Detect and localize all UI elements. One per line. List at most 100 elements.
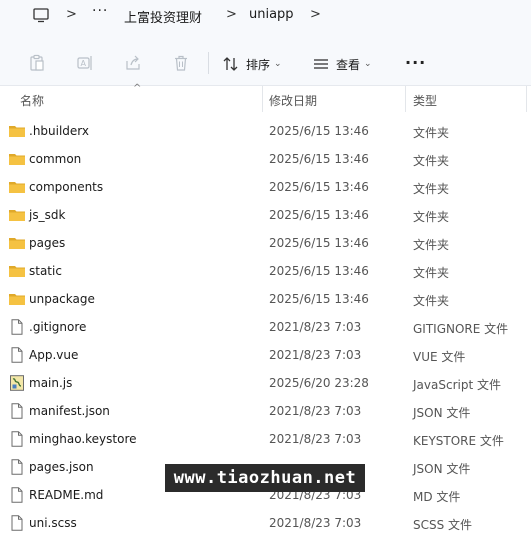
file-type: JavaScript 文件: [413, 378, 501, 392]
column-resize-handle[interactable]: [405, 86, 406, 112]
paste-icon[interactable]: [28, 54, 46, 72]
chevron-down-icon: ⌄: [364, 59, 372, 69]
file-type: 文件夹: [413, 154, 450, 168]
file-date: 2025/6/15 13:46: [269, 208, 369, 222]
file-name: README.md: [29, 488, 104, 502]
file-row[interactable]: pages 2025/6/15 13:46 文件夹: [0, 229, 531, 257]
file-row[interactable]: App.vue 2021/8/23 7:03 VUE 文件: [0, 341, 531, 369]
file-row[interactable]: manifest.json 2021/8/23 7:03 JSON 文件: [0, 397, 531, 425]
file-row[interactable]: unpackage 2025/6/15 13:46 文件夹: [0, 285, 531, 313]
delete-icon[interactable]: [172, 54, 190, 72]
column-header-name[interactable]: 名称: [20, 92, 44, 109]
address-bar: > ··· 上富投资理财 > uniapp >: [0, 0, 531, 32]
file-icon: [8, 431, 26, 447]
sort-button[interactable]: 排序 ⌄: [222, 54, 282, 74]
file-name: js_sdk: [29, 208, 66, 222]
file-date: 2025/6/20 23:28: [269, 376, 369, 390]
svg-text:A: A: [81, 59, 87, 68]
file-name: static: [29, 264, 62, 278]
column-header-type[interactable]: 类型: [413, 92, 437, 109]
file-row[interactable]: main.js 2025/6/20 23:28 JavaScript 文件: [0, 369, 531, 397]
sort-label: 排序: [246, 57, 271, 72]
column-resize-handle[interactable]: [262, 86, 263, 112]
folder-icon: [8, 207, 26, 223]
file-date: 2025/6/15 13:46: [269, 180, 369, 194]
file-icon: [8, 403, 26, 419]
toolbar-divider: [208, 52, 209, 74]
file-row[interactable]: components 2025/6/15 13:46 文件夹: [0, 173, 531, 201]
folder-icon: [8, 123, 26, 139]
computer-icon[interactable]: [32, 6, 50, 24]
breadcrumb-item-current[interactable]: uniapp: [249, 7, 294, 22]
file-type: JSON 文件: [413, 462, 471, 476]
file-type: SCSS 文件: [413, 518, 473, 532]
chevron-down-icon: ⌄: [274, 59, 282, 69]
column-header-date[interactable]: 修改日期: [269, 92, 317, 109]
file-name: .hbuilderx: [29, 124, 90, 138]
file-name: App.vue: [29, 348, 79, 362]
file-row[interactable]: uni.scss 2021/8/23 7:03 SCSS 文件: [0, 509, 531, 537]
file-name: manifest.json: [29, 404, 110, 418]
view-label: 查看: [336, 57, 361, 72]
file-date: 2021/8/23 7:03: [269, 348, 362, 362]
file-name: unpackage: [29, 292, 95, 306]
file-type: 文件夹: [413, 126, 450, 140]
watermark: www.tiaozhuan.net: [165, 464, 365, 492]
view-button[interactable]: 查看 ⌄: [312, 54, 372, 74]
share-icon[interactable]: [124, 54, 142, 72]
file-date: 2025/6/15 13:46: [269, 264, 369, 278]
file-name: uni.scss: [29, 516, 77, 530]
file-date: 2025/6/15 13:46: [269, 236, 369, 250]
script-file-icon: [8, 375, 26, 391]
file-icon: [8, 347, 26, 363]
rename-icon[interactable]: A: [76, 54, 94, 72]
sort-icon: [223, 57, 238, 71]
file-name: minghao.keystore: [29, 432, 137, 446]
file-type: JSON 文件: [413, 406, 471, 420]
file-date: 2021/8/23 7:03: [269, 516, 362, 530]
file-icon: [8, 459, 26, 475]
file-type: 文件夹: [413, 238, 450, 252]
file-name: .gitignore: [29, 320, 87, 334]
file-type: KEYSTORE 文件: [413, 434, 504, 448]
file-row[interactable]: minghao.keystore 2021/8/23 7:03 KEYSTORE 文…: [0, 425, 531, 453]
file-type: MD 文件: [413, 490, 461, 504]
more-options-button[interactable]: ···: [405, 53, 426, 72]
folder-icon: [8, 151, 26, 167]
file-row[interactable]: .gitignore 2021/8/23 7:03 GITIGNORE 文件: [0, 313, 531, 341]
file-date: 2025/6/15 13:46: [269, 152, 369, 166]
file-date: 2021/8/23 7:03: [269, 432, 362, 446]
file-row[interactable]: js_sdk 2025/6/15 13:46 文件夹: [0, 201, 531, 229]
file-icon: [8, 487, 26, 503]
file-row[interactable]: static 2025/6/15 13:46 文件夹: [0, 257, 531, 285]
file-name: pages: [29, 236, 66, 250]
column-resize-handle[interactable]: [526, 86, 527, 112]
folder-icon: [8, 235, 26, 251]
chevron-right-icon[interactable]: >: [310, 7, 321, 22]
file-row[interactable]: .hbuilderx 2025/6/15 13:46 文件夹: [0, 117, 531, 145]
command-bar: A 排序 ⌄ 查看 ⌄ ···: [0, 32, 531, 86]
file-date: 2025/6/15 13:46: [269, 124, 369, 138]
breadcrumb-item-parent[interactable]: 上富投资理财: [124, 7, 202, 26]
column-header: ^ 名称 修改日期 类型: [0, 83, 531, 112]
file-type: 文件夹: [413, 294, 450, 308]
sort-ascending-icon: ^: [133, 83, 142, 94]
folder-icon: [8, 291, 26, 307]
breadcrumb-overflow-button[interactable]: ···: [92, 3, 108, 19]
file-name: main.js: [29, 376, 73, 390]
file-date: 2025/6/15 13:46: [269, 292, 369, 306]
file-type: VUE 文件: [413, 350, 466, 364]
file-icon: [8, 319, 26, 335]
file-row[interactable]: common 2025/6/15 13:46 文件夹: [0, 145, 531, 173]
file-type: GITIGNORE 文件: [413, 322, 509, 336]
chevron-right-icon[interactable]: >: [226, 7, 237, 22]
file-date: 2021/8/23 7:03: [269, 404, 362, 418]
view-icon: [314, 59, 328, 69]
file-type: 文件夹: [413, 266, 450, 280]
file-date: 2021/8/23 7:03: [269, 320, 362, 334]
file-type: 文件夹: [413, 210, 450, 224]
chevron-right-icon[interactable]: >: [66, 7, 77, 22]
file-icon: [8, 515, 26, 531]
folder-icon: [8, 179, 26, 195]
file-name: common: [29, 152, 82, 166]
